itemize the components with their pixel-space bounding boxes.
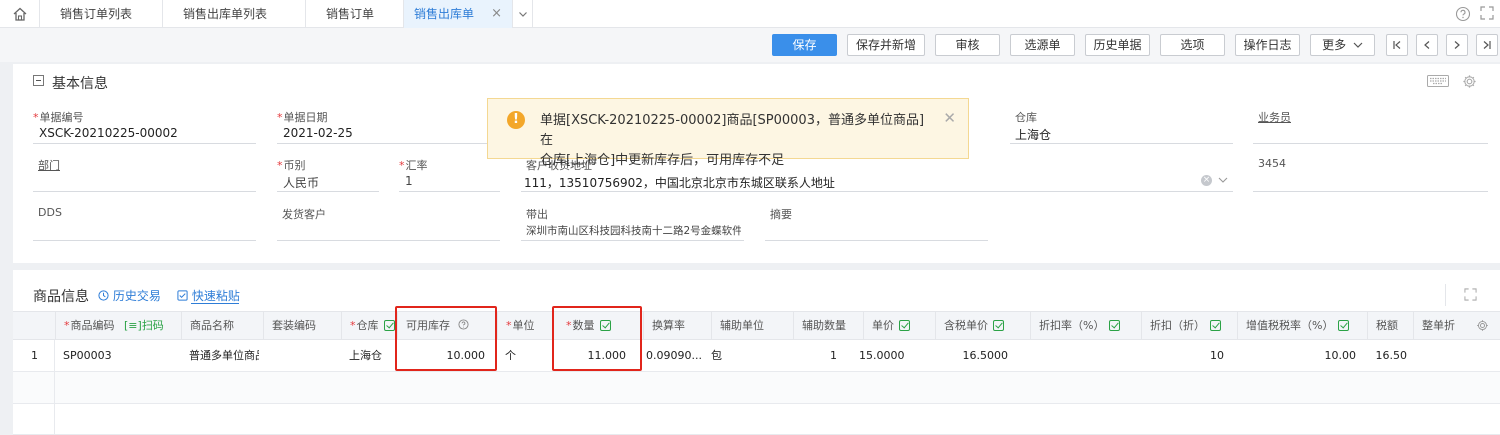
- check-icon: [1109, 320, 1121, 331]
- first-page-button[interactable]: [1386, 34, 1408, 56]
- prev-page-button[interactable]: [1416, 34, 1438, 56]
- select-source-button[interactable]: 选源单: [1010, 34, 1075, 56]
- col-set-code[interactable]: 套装编码: [263, 312, 341, 339]
- cell-tax-price[interactable]: 16.5000: [935, 340, 1009, 371]
- collapse-icon[interactable]: [33, 75, 44, 86]
- col-name[interactable]: 商品名称: [181, 312, 263, 339]
- home-icon[interactable]: [0, 0, 40, 28]
- cell-vat-rate[interactable]: 10.00: [1237, 340, 1357, 371]
- highlight-avail-stock: [395, 306, 497, 371]
- cell-conv-rate[interactable]: 0.09090...: [646, 340, 708, 371]
- check-icon: [993, 320, 1004, 331]
- scan-icon[interactable]: [≡]: [124, 319, 142, 332]
- last-page-button[interactable]: [1476, 34, 1498, 56]
- save-button[interactable]: 保存: [772, 34, 837, 56]
- quick-paste-link[interactable]: 快速粘贴: [177, 287, 240, 304]
- table-row[interactable]: 1 SP00003 普通多单位商品 上海仓 10.000 个 11.000 0.…: [13, 340, 1500, 372]
- tab-sales-order[interactable]: 销售订单: [306, 0, 404, 28]
- options-button[interactable]: 选项: [1160, 34, 1225, 56]
- clock-icon: [98, 290, 109, 301]
- goods-grid-header: *商品编码 [≡]扫码 商品名称 套装编码 *仓库 可用库存 *单位 *数量 换…: [13, 311, 1500, 340]
- keyboard-icon[interactable]: [1427, 75, 1449, 90]
- cell-aux-qty[interactable]: 1: [793, 340, 837, 371]
- col-vat-rate[interactable]: 增值税税率（%）: [1237, 312, 1367, 339]
- tab-sales-outbound-list[interactable]: 销售出库单列表: [163, 0, 306, 28]
- col-unit[interactable]: *单位: [497, 312, 553, 339]
- check-icon: [1338, 320, 1350, 331]
- cell-discount[interactable]: 10: [1141, 340, 1224, 371]
- col-aux-qty[interactable]: 辅助数量: [793, 312, 863, 339]
- paste-icon: [177, 290, 188, 301]
- rate-field[interactable]: *汇率 1: [399, 157, 500, 192]
- goods-info-title: 商品信息: [33, 289, 89, 305]
- cell-price[interactable]: 15.0000: [859, 340, 905, 371]
- help-icon[interactable]: [1455, 6, 1471, 25]
- cell-aux-unit[interactable]: 包: [711, 340, 722, 371]
- doc-no-field[interactable]: *单据编号 XSCK-20210225-00002: [33, 109, 256, 144]
- chevron-down-icon[interactable]: [513, 0, 533, 28]
- col-code[interactable]: *商品编码 [≡]扫码: [55, 312, 181, 339]
- tab-bar: 销售订单列表 销售出库单列表 销售订单 销售出库单 ×: [0, 0, 1500, 28]
- check-icon: [1210, 320, 1221, 331]
- history-trade-link[interactable]: 历史交易: [98, 287, 161, 304]
- table-row[interactable]: [13, 372, 1500, 404]
- close-icon[interactable]: ×: [491, 0, 502, 28]
- history-docs-button[interactable]: 历史单据: [1085, 34, 1150, 56]
- alert-message: 单据[XSCK-20210225-00002]商品[SP00003，普通多单位商…: [540, 113, 925, 168]
- tab-sales-outbound[interactable]: 销售出库单 ×: [404, 0, 513, 28]
- fullscreen-icon[interactable]: [1480, 6, 1494, 23]
- cell-tax-amount: 16.50: [1375, 349, 1408, 362]
- summary-field[interactable]: 摘要: [765, 206, 988, 241]
- col-tax-price[interactable]: 含税单价: [935, 312, 1030, 339]
- cell-name[interactable]: 普通多单位商品: [189, 340, 259, 371]
- next-page-button[interactable]: [1446, 34, 1468, 56]
- highlight-qty: [552, 306, 642, 371]
- dept-field[interactable]: 部门: [33, 157, 256, 192]
- row-index: 1: [31, 349, 38, 362]
- close-icon[interactable]: ✕: [943, 109, 956, 127]
- save-and-new-button[interactable]: 保存并新增: [847, 34, 925, 56]
- custom-field-3454[interactable]: 3454: [1253, 157, 1488, 192]
- table-row[interactable]: [13, 404, 1500, 435]
- chevron-right-icon: [1454, 41, 1460, 49]
- check-icon: [383, 320, 395, 331]
- col-warehouse[interactable]: *仓库: [341, 312, 397, 339]
- tab-sales-order-list[interactable]: 销售订单列表: [40, 0, 163, 28]
- warehouse-field[interactable]: 仓库 上海仓: [1010, 109, 1233, 144]
- more-button[interactable]: 更多: [1310, 34, 1375, 56]
- warning-icon: !: [507, 111, 525, 129]
- dds-field[interactable]: DDS: [33, 206, 256, 241]
- cell-unit[interactable]: 个: [505, 340, 516, 371]
- currency-field[interactable]: *币别 人民币: [277, 157, 379, 192]
- basic-info-title: 基本信息: [52, 76, 108, 92]
- chevron-down-icon: [1353, 42, 1363, 48]
- col-price[interactable]: 单价: [863, 312, 935, 339]
- col-aux-unit[interactable]: 辅助单位: [711, 312, 793, 339]
- cell-warehouse[interactable]: 上海仓: [349, 340, 382, 371]
- warning-alert: ! 单据[XSCK-20210225-00002]商品[SP00003，普通多单…: [487, 98, 969, 168]
- salesman-field[interactable]: 业务员: [1253, 109, 1488, 144]
- col-whole-disc[interactable]: 整单折: [1413, 312, 1475, 339]
- gear-icon[interactable]: [1462, 74, 1477, 92]
- col-discount[interactable]: 折扣（折）: [1141, 312, 1237, 339]
- bring-out-field[interactable]: 带出 深圳市南山区科技园科技南十二路2号金蝶软件...: [521, 206, 744, 241]
- col-tax-amount[interactable]: 税额: [1367, 312, 1413, 339]
- doc-date-field[interactable]: *单据日期 2021-02-25: [277, 109, 500, 144]
- clear-icon[interactable]: ×: [1201, 175, 1212, 186]
- op-log-button[interactable]: 操作日志: [1235, 34, 1300, 56]
- cell-code[interactable]: SP00003: [63, 340, 112, 371]
- col-discount-rate[interactable]: 折扣率（%）: [1030, 312, 1141, 339]
- first-icon: [1393, 41, 1401, 49]
- ship-customer-field[interactable]: 发货客户: [277, 206, 500, 241]
- toolbar: 保存 保存并新增 审核 选源单 历史单据 选项 操作日志 更多: [0, 28, 1500, 62]
- expand-icon[interactable]: [1464, 288, 1477, 304]
- gear-icon[interactable]: [1476, 319, 1489, 335]
- chevron-down-icon[interactable]: [1218, 176, 1228, 184]
- audit-button[interactable]: 审核: [935, 34, 1000, 56]
- col-conv-rate[interactable]: 换算率: [643, 312, 711, 339]
- chevron-left-icon: [1424, 41, 1430, 49]
- last-icon: [1483, 41, 1491, 49]
- check-icon: [899, 320, 910, 331]
